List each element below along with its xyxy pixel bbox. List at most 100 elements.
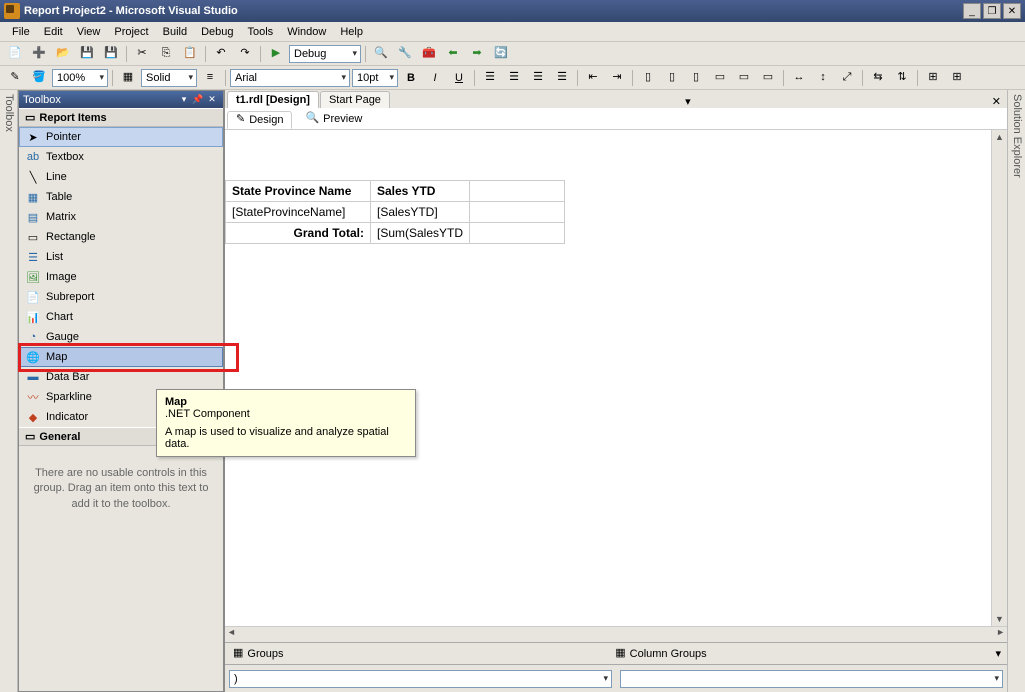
run-button[interactable]: ▶ xyxy=(265,44,287,64)
doc-tabs-menu-button[interactable]: ▾ xyxy=(679,95,697,108)
toolbox-group-report-items[interactable]: ▭ Report Items xyxy=(19,108,223,127)
table-footer-cell[interactable]: [Sum(SalesYTD xyxy=(371,223,470,244)
report-table[interactable]: State Province Name Sales YTD [StateProv… xyxy=(225,180,565,244)
table-footer-cell[interactable]: Grand Total: xyxy=(226,223,371,244)
table-header-cell[interactable]: Sales YTD xyxy=(371,181,470,202)
doc-tab-report[interactable]: t1.rdl [Design] xyxy=(227,91,319,108)
underline-button[interactable]: U xyxy=(448,68,470,88)
menu-build[interactable]: Build xyxy=(157,24,193,40)
copy-button[interactable]: ⎘ xyxy=(155,44,177,64)
space-v-button[interactable]: ⇅ xyxy=(891,68,913,88)
table-detail-row[interactable]: [StateProvinceName] [SalesYTD] xyxy=(226,202,565,223)
toolbox-item-pointer[interactable]: ➤ Pointer xyxy=(19,127,223,147)
design-surface[interactable]: State Province Name Sales YTD [StateProv… xyxy=(225,130,1007,626)
horizontal-scrollbar[interactable] xyxy=(225,626,1007,642)
align-bottoms-button[interactable]: ▭ xyxy=(757,68,779,88)
borders-button[interactable]: ▦ xyxy=(117,68,139,88)
doc-tab-start[interactable]: Start Page xyxy=(320,91,390,108)
toolbox-item-textbox[interactable]: ab Textbox xyxy=(19,147,223,167)
align-tops-button[interactable]: ▭ xyxy=(709,68,731,88)
left-tab-toolbox[interactable]: Toolbox xyxy=(3,94,15,132)
vertical-scrollbar[interactable] xyxy=(991,130,1007,626)
close-button[interactable]: ✕ xyxy=(1003,3,1021,19)
toolbox-item-gauge[interactable]: ◔ Gauge xyxy=(19,327,223,347)
table-footer-row[interactable]: Grand Total: [Sum(SalesYTD xyxy=(226,223,565,244)
menu-edit[interactable]: Edit xyxy=(38,24,69,40)
same-size-button[interactable]: ⤢ xyxy=(836,68,858,88)
align-centers-button[interactable]: ▯ xyxy=(661,68,683,88)
paste-button[interactable]: 📋 xyxy=(179,44,201,64)
nav-back-button[interactable]: ⬅ xyxy=(442,44,464,64)
cut-button[interactable]: ✂ xyxy=(131,44,153,64)
fill-color-button[interactable]: 🪣 xyxy=(28,68,50,88)
toolbox-item-table[interactable]: ▦ Table xyxy=(19,187,223,207)
toolbox-item-matrix[interactable]: ▤ Matrix xyxy=(19,207,223,227)
font-size-combo[interactable]: 10pt xyxy=(352,69,398,87)
align-left-button[interactable]: ☰ xyxy=(479,68,501,88)
find-button[interactable]: 🔍 xyxy=(370,44,392,64)
sync-button[interactable]: 🔄 xyxy=(490,44,512,64)
toolbox-button[interactable]: 🧰 xyxy=(418,44,440,64)
view-tab-design[interactable]: ✎ Design xyxy=(227,111,292,129)
table-header-row[interactable]: State Province Name Sales YTD xyxy=(226,181,565,202)
menu-project[interactable]: Project xyxy=(108,24,154,40)
table-header-cell[interactable]: State Province Name xyxy=(226,181,371,202)
border-width-button[interactable]: ≡ xyxy=(199,68,221,88)
table-cell[interactable]: [SalesYTD] xyxy=(371,202,470,223)
toolbox-item-line[interactable]: ╲ Line xyxy=(19,167,223,187)
toolbox-item-rectangle[interactable]: ▭ Rectangle xyxy=(19,227,223,247)
table-footer-cell[interactable] xyxy=(470,223,565,244)
menu-window[interactable]: Window xyxy=(281,24,332,40)
menu-view[interactable]: View xyxy=(71,24,107,40)
indent-button[interactable]: ⇥ xyxy=(606,68,628,88)
column-group-field[interactable] xyxy=(620,670,1003,688)
toolbox-item-image[interactable]: 🖼 Image xyxy=(19,267,223,287)
restore-button[interactable]: ❐ xyxy=(983,3,1001,19)
menu-help[interactable]: Help xyxy=(334,24,369,40)
add-item-button[interactable]: ➕ xyxy=(28,44,50,64)
left-dock-strip[interactable]: Toolbox xyxy=(0,90,18,692)
italic-button[interactable]: I xyxy=(424,68,446,88)
align-lefts-button[interactable]: ▯ xyxy=(637,68,659,88)
outdent-button[interactable]: ⇤ xyxy=(582,68,604,88)
table-header-cell[interactable] xyxy=(470,181,565,202)
toolbox-pin-button[interactable]: 📌 xyxy=(191,93,205,107)
toolbox-item-chart[interactable]: 📊 Chart xyxy=(19,307,223,327)
menu-file[interactable]: File xyxy=(6,24,36,40)
redo-button[interactable]: ↷ xyxy=(234,44,256,64)
toolbox-item-map[interactable]: 🌐 Map xyxy=(19,347,223,367)
align-justify-button[interactable]: ☰ xyxy=(551,68,573,88)
properties-button[interactable]: 🔧 xyxy=(394,44,416,64)
center-v-button[interactable]: ⊞ xyxy=(946,68,968,88)
minimize-button[interactable]: _ xyxy=(963,3,981,19)
border-color-button[interactable]: ✎ xyxy=(4,68,26,88)
row-group-field[interactable]: ) xyxy=(229,670,612,688)
toolbox-item-databar[interactable]: ▬ Data Bar xyxy=(19,367,223,387)
toolbox-item-list[interactable]: ☰ List xyxy=(19,247,223,267)
align-rights-button[interactable]: ▯ xyxy=(685,68,707,88)
same-width-button[interactable]: ↔ xyxy=(788,68,810,88)
save-button[interactable]: 💾 xyxy=(76,44,98,64)
toolbox-close-button[interactable]: ✕ xyxy=(205,93,219,107)
table-cell[interactable]: [StateProvinceName] xyxy=(226,202,371,223)
table-cell[interactable] xyxy=(470,202,565,223)
doc-close-button[interactable]: ✕ xyxy=(986,95,1007,108)
view-tab-preview[interactable]: 🔍 Preview xyxy=(296,110,371,128)
align-middles-button[interactable]: ▭ xyxy=(733,68,755,88)
toolbox-dropdown-button[interactable]: ▾ xyxy=(177,93,191,107)
open-button[interactable]: 📂 xyxy=(52,44,74,64)
groups-menu-button[interactable]: ▾ xyxy=(989,647,1007,660)
border-style-combo[interactable]: Solid xyxy=(141,69,197,87)
align-right-button[interactable]: ☰ xyxy=(527,68,549,88)
save-all-button[interactable]: 💾 xyxy=(100,44,122,64)
center-h-button[interactable]: ⊞ xyxy=(922,68,944,88)
new-project-button[interactable]: 📄 xyxy=(4,44,26,64)
config-combo[interactable]: Debug xyxy=(289,45,361,63)
right-tab-solution-explorer[interactable]: Solution Explorer xyxy=(1011,94,1023,688)
menu-tools[interactable]: Tools xyxy=(242,24,280,40)
same-height-button[interactable]: ↕ xyxy=(812,68,834,88)
align-center-button[interactable]: ☰ xyxy=(503,68,525,88)
toolbox-item-subreport[interactable]: 📄 Subreport xyxy=(19,287,223,307)
menu-debug[interactable]: Debug xyxy=(195,24,239,40)
space-h-button[interactable]: ⇆ xyxy=(867,68,889,88)
